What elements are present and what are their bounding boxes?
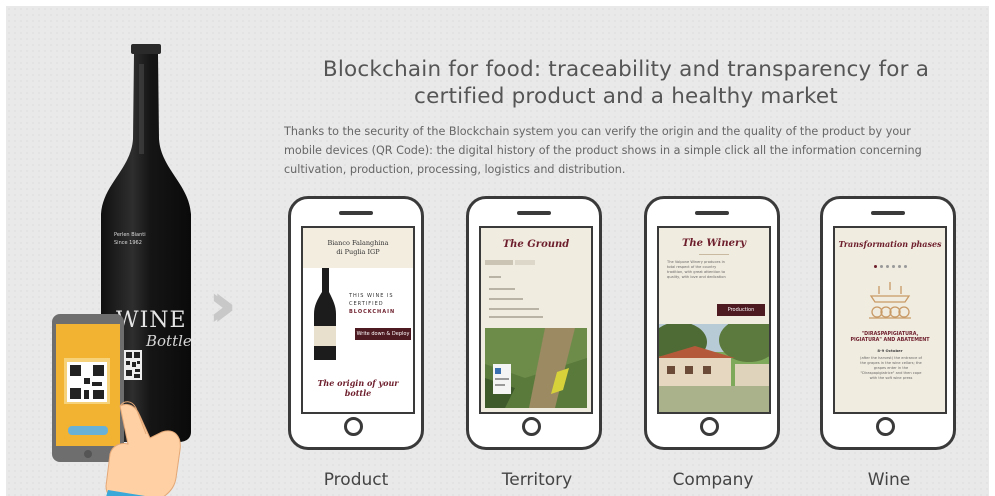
infographic: Perlen Bianti Since 1962 WINE Bottle ›› … [6,6,989,496]
bottle-label-top: Perlen Bianti [114,232,146,238]
company-text-line-4: quality, with love and dedication [667,275,726,279]
product-name: Bianco Falanghina [327,239,389,247]
production-button[interactable]: Production [717,304,765,316]
headline-line-1: Blockchain for food: traceability and tr… [322,57,930,82]
small-bottle-icon [314,268,336,360]
winery-photo-image [659,324,769,412]
certified-line-1: THIS WINE IS [349,293,394,299]
phone-screen-wine: Transformation phases "DIRASPAPIGIATURA,… [833,226,947,414]
tab-bar [515,260,535,265]
wine-press-icon [869,282,911,319]
headline-line-2: certified product and a healthy market [414,84,838,109]
certified-line-3: BLOCKCHAIN [349,309,396,315]
speaker-slot [339,211,373,215]
home-button[interactable] [522,417,541,436]
company-title: The Winery [681,238,747,249]
intro-line-3: cultivation, production, processing, log… [284,163,626,176]
label-wine: Wine [867,470,911,490]
product-footer: The origin of your bottle [303,378,413,398]
step-title-line-2: PIGIATURA" AND ABATEMENT [850,338,930,343]
certified-text: THIS WINE IS CERTIFIED BLOCKCHAIN [349,292,409,316]
headline: Blockchain for food: traceability and tr… [276,56,976,110]
phone-company[interactable]: The Winery The Volpone Winery produces i… [644,196,780,450]
info-line [489,316,543,318]
intro-paragraph: Thanks to the security of the Blockchain… [284,122,964,179]
phone-product[interactable]: Bianco Falanghina di Puglia IGP THIS WIN… [288,196,424,450]
step-date: 8-9 October [877,348,903,353]
certified-line-2: CERTIFIED [349,301,384,307]
tab-bar [485,260,513,265]
phone-territory[interactable]: The Ground [466,196,602,450]
double-chevron-right-icon: ›› [208,268,237,341]
step-text: (after the harvest) the entrance of the … [843,356,939,381]
speaker-slot [871,211,905,215]
product-origin: di Puglia IGP [336,248,380,256]
bottle-label-year: Since 1962 [114,240,142,246]
phone-wine[interactable]: Transformation phases "DIRASPAPIGIATURA,… [820,196,956,450]
info-line [489,276,501,278]
aerial-map-image [485,328,587,408]
phone-screen-company: The Winery The Volpone Winery produces i… [657,226,771,414]
home-button[interactable] [876,417,895,436]
step-title: "DIRASPAPIGIATURA, PIGIATURA" AND ABATEM… [835,332,945,344]
intro-line-1: Thanks to the security of the Blockchain… [284,125,911,138]
company-text: The Volpone Winery produces in total res… [667,260,763,280]
info-line [489,308,539,310]
footer-line-1: The origin of your [317,378,399,388]
footer-line-2: bottle [344,388,372,398]
info-line [489,298,523,300]
label-product: Product [323,470,389,490]
carousel-dots[interactable] [835,261,945,268]
intro-line-2: mobile devices (QR Code): the digital hi… [284,144,922,157]
info-line [489,288,515,290]
home-button[interactable] [700,417,719,436]
speaker-slot [695,211,729,215]
home-button[interactable] [344,417,363,436]
label-territory: Territory [501,470,573,490]
label-company: Company [672,470,754,490]
speaker-slot [517,211,551,215]
title-underline [699,254,729,255]
wine-title: Transformation phases [838,239,942,249]
write-deploy-button[interactable]: Write down & Deploy [355,328,411,340]
phone-screen-product: Bianco Falanghina di Puglia IGP THIS WIN… [301,226,415,414]
step-text-line-5: with the soft wine press [869,376,913,380]
territory-title: The Ground [502,239,570,250]
phone-screen-territory: The Ground [479,226,593,414]
product-header: Bianco Falanghina di Puglia IGP [303,228,413,268]
smartphone-scanning-icon [52,314,181,496]
